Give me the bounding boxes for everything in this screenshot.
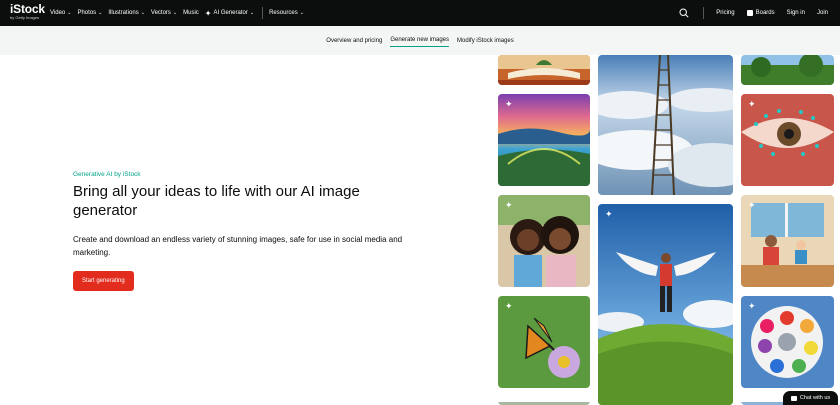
gallery-image-kitchen-baking[interactable]: ✦ (741, 195, 834, 287)
chevron-down-icon: ⌄ (67, 10, 72, 16)
nav-divider (703, 7, 705, 19)
tab-generate-new-images[interactable]: Generate new images (390, 34, 450, 47)
chevron-down-icon: ⌄ (249, 10, 255, 16)
chat-with-us-button[interactable]: Chat with us (783, 391, 838, 405)
sparkle-icon: ✦ (204, 8, 212, 18)
tab-modify-istock-images[interactable]: Modify iStock images (457, 35, 514, 47)
search-icon[interactable] (679, 8, 689, 18)
gallery-image-green-field[interactable] (741, 55, 834, 85)
join-link[interactable]: Join (817, 10, 828, 16)
ai-sparkle-icon: ✦ (505, 99, 513, 109)
image-ladder-clouds (598, 55, 733, 195)
boards-link[interactable]: Boards (746, 10, 775, 16)
boards-label: Boards (755, 10, 775, 16)
chevron-down-icon: ⌄ (98, 10, 103, 16)
chevron-down-icon: ⌄ (299, 10, 304, 16)
nav-resources-label: Resources (269, 10, 298, 16)
nav-video[interactable]: Video ⌄ (50, 10, 71, 16)
sub-navigation: Overview and pricing Generate new images… (0, 26, 840, 55)
nav-music-label: Music (183, 10, 199, 16)
pricing-link[interactable]: Pricing (716, 10, 734, 16)
chat-label: Chat with us (799, 395, 831, 401)
hero-eyebrow: Generative AI by iStock (73, 171, 141, 178)
hero-description: Create and download an endless variety o… (73, 235, 403, 257)
gallery-image-ladder-clouds[interactable] (598, 55, 733, 195)
gallery-image-paint-palette[interactable]: ✦ (741, 296, 834, 388)
image-open-book (498, 55, 590, 85)
nav-illustrations-label: Illustrations (108, 10, 139, 16)
ai-sparkle-icon: ✦ (505, 200, 513, 210)
nav-music[interactable]: Music (183, 10, 199, 16)
nav-ai-generator-label: AI Generator (213, 10, 248, 16)
ai-sparkle-icon: ✦ (748, 200, 756, 210)
logo-brand: iStock (10, 2, 45, 16)
chevron-down-icon: ⌄ (140, 10, 145, 16)
ai-sparkle-icon: ✦ (605, 209, 613, 219)
nav-illustrations[interactable]: Illustrations ⌄ (108, 10, 145, 16)
gallery-image-butterfly[interactable]: ✦ (498, 296, 590, 388)
start-generating-button[interactable]: Start generating (73, 271, 134, 291)
ai-sparkle-icon: ✦ (748, 99, 756, 109)
nav-photos[interactable]: Photos ⌄ (77, 10, 102, 16)
gallery-image-glitter-eye[interactable]: ✦ (741, 94, 834, 186)
chat-bubble-icon (790, 395, 797, 401)
main-nav: Video ⌄ Photos ⌄ Illustrations ⌄ Vectors ⌄ M… (50, 0, 310, 26)
gallery-image-partial[interactable] (498, 397, 590, 405)
page-title: Bring all your ideas to life with our AI… (73, 183, 360, 219)
nav-vectors[interactable]: Vectors ⌄ (151, 10, 177, 16)
ai-sparkle-icon: ✦ (505, 301, 513, 311)
gallery-image-open-book[interactable] (498, 55, 590, 85)
nav-photos-label: Photos (77, 10, 97, 16)
image-green-field (741, 55, 834, 85)
gallery-image-rainbow-lake[interactable]: ✦ (498, 94, 590, 186)
nav-vectors-label: Vectors (150, 10, 171, 16)
gallery-image-two-women[interactable]: ✦ (498, 195, 590, 287)
istock-logo[interactable]: iStock by Getty Images (10, 3, 45, 20)
account-nav: Pricing Boards Sign in Join (679, 0, 828, 26)
boards-icon (746, 10, 753, 16)
top-navigation-bar: iStock by Getty Images Video ⌄ Photos ⌄ Il… (0, 0, 840, 26)
nav-resources[interactable]: Resources ⌄ (269, 10, 304, 16)
gallery-image-winged-man[interactable]: ✦ (598, 204, 733, 405)
chevron-down-icon: ⌄ (172, 10, 178, 16)
hero-section: Generative AI by iStock Bring all your i… (73, 171, 433, 291)
ai-sparkle-icon: ✦ (748, 301, 756, 311)
nav-ai-generator[interactable]: ✦ AI Generator ⌄ (205, 9, 254, 18)
sign-in-link[interactable]: Sign in (787, 10, 805, 16)
tab-overview-and-pricing[interactable]: Overview and pricing (326, 35, 382, 47)
nav-video-label: Video (50, 10, 66, 16)
nav-divider (262, 7, 264, 19)
image-winged-man (598, 204, 733, 405)
